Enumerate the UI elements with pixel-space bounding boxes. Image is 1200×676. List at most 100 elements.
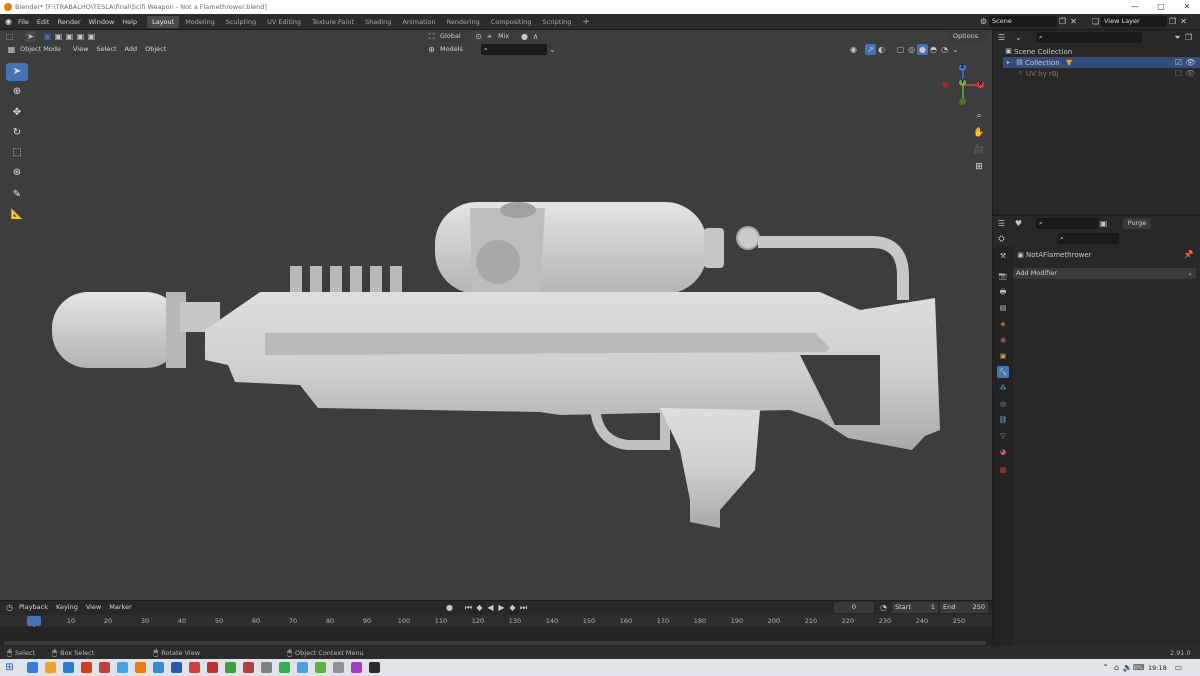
orphan-search[interactable]: ⌕ bbox=[1036, 218, 1098, 229]
outliner-panel[interactable]: ☰ ⌄ ⌕ ⏷ ❐ ▣ Scene Collection ▸ ▤ Collect… bbox=[993, 30, 1200, 214]
volume-icon[interactable]: 🔈 bbox=[1122, 662, 1133, 673]
clock-icon[interactable]: ◔ bbox=[878, 602, 889, 613]
taskbar-app-icon[interactable] bbox=[63, 662, 74, 673]
view-layer-icon[interactable]: ❏ bbox=[1090, 16, 1101, 27]
menu-file[interactable]: File bbox=[14, 14, 33, 30]
new-view-layer-icon[interactable]: ❐ bbox=[1167, 16, 1178, 27]
current-frame-field[interactable]: 0 bbox=[834, 602, 874, 613]
tab-scripting[interactable]: Scripting bbox=[538, 16, 577, 28]
taskbar-app-icon[interactable] bbox=[351, 662, 362, 673]
constraints-tab-icon[interactable]: ⛓ bbox=[997, 414, 1009, 426]
taskbar-app-icon[interactable] bbox=[99, 662, 110, 673]
new-scene-icon[interactable]: ❐ bbox=[1057, 16, 1068, 27]
outliner-editor-icon[interactable]: ☰ bbox=[996, 32, 1007, 43]
timeline[interactable]: ◷ Playback Keying View Marker ● ⏮ ◆ ◀ ▶ … bbox=[0, 601, 992, 646]
taskbar-app-icon[interactable] bbox=[45, 662, 56, 673]
tab-texture-paint[interactable]: Texture Paint bbox=[307, 16, 359, 28]
properties-search[interactable]: ⌕ bbox=[1057, 233, 1119, 244]
outliner-mode-icon[interactable]: ♥ bbox=[1013, 218, 1024, 229]
menu-playback[interactable]: Playback bbox=[15, 601, 52, 614]
display-mode-icon[interactable]: ⌄ bbox=[1013, 32, 1024, 43]
taskbar-app-icon[interactable] bbox=[171, 662, 182, 673]
taskbar-app-icon[interactable] bbox=[135, 662, 146, 673]
object-checkbox[interactable]: ☐ bbox=[1173, 68, 1184, 79]
output-tab-icon[interactable]: 🖶 bbox=[997, 286, 1009, 298]
object-visibility-icon[interactable]: 👁 bbox=[1185, 68, 1196, 79]
menu-timeline-view[interactable]: View bbox=[82, 601, 105, 614]
notifications-icon[interactable]: ▭ bbox=[1173, 662, 1184, 673]
taskbar-app-icon[interactable] bbox=[297, 662, 308, 673]
taskbar-app-icon[interactable] bbox=[189, 662, 200, 673]
tab-animation[interactable]: Animation bbox=[397, 16, 440, 28]
record-icon[interactable]: ● bbox=[444, 602, 455, 613]
add-workspace-button[interactable]: + bbox=[577, 16, 595, 28]
new-collection-icon[interactable]: ❐ bbox=[1183, 32, 1194, 43]
jump-end-icon[interactable]: ⏭ bbox=[518, 602, 529, 613]
jump-start-icon[interactable]: ⏮ bbox=[463, 602, 474, 613]
taskbar-app-icon[interactable] bbox=[117, 662, 128, 673]
render-tab-icon[interactable]: 📷 bbox=[997, 270, 1009, 282]
taskbar-app-icon[interactable] bbox=[261, 662, 272, 673]
play-icon[interactable]: ▶ bbox=[496, 602, 507, 613]
menu-marker[interactable]: Marker bbox=[105, 601, 135, 614]
tool-tab-icon[interactable]: ⚒ bbox=[997, 250, 1009, 262]
object-tab-icon[interactable]: ▣ bbox=[997, 350, 1009, 362]
minimize-button[interactable]: — bbox=[1122, 0, 1148, 14]
tab-rendering[interactable]: Rendering bbox=[442, 16, 485, 28]
menu-edit[interactable]: Edit bbox=[33, 14, 54, 30]
properties-type-icon[interactable]: ⛭ bbox=[996, 233, 1007, 244]
taskbar-app-icon[interactable] bbox=[207, 662, 218, 673]
world-tab-icon[interactable]: ◉ bbox=[997, 334, 1009, 346]
collection-row[interactable]: ▸ ▤ Collection ▼ ☑ 👁 bbox=[1003, 57, 1200, 68]
start-frame-field[interactable]: Start 1 bbox=[892, 602, 938, 613]
tab-sculpting[interactable]: Sculpting bbox=[221, 16, 261, 28]
menu-render[interactable]: Render bbox=[53, 14, 84, 30]
properties-panel[interactable]: ☰ ♥ ⌕ ▣ Purge ⛭ ⌕ ⚒ 📷 🖶 ▤ ◈ ◉ ▣ 🔧 ⁂ ◎ ⛓ … bbox=[993, 216, 1200, 646]
taskbar-app-icon[interactable] bbox=[27, 662, 38, 673]
maximize-button[interactable]: □ bbox=[1148, 0, 1174, 14]
physics-tab-icon[interactable]: ◎ bbox=[997, 398, 1009, 410]
menu-window[interactable]: Window bbox=[85, 14, 119, 30]
delete-view-layer-icon[interactable]: ✕ bbox=[1178, 16, 1189, 27]
next-keyframe-icon[interactable]: ◆ bbox=[507, 602, 518, 613]
purge-button[interactable]: Purge bbox=[1123, 218, 1151, 229]
filter-icon[interactable]: ⏷ bbox=[1172, 32, 1183, 43]
tab-modeling[interactable]: Modeling bbox=[180, 16, 220, 28]
timeline-editor-icon[interactable]: ◷ bbox=[4, 602, 15, 613]
playhead[interactable] bbox=[27, 616, 41, 626]
tab-uv-editing[interactable]: UV Editing bbox=[262, 16, 306, 28]
tray-up-icon[interactable]: ⌃ bbox=[1100, 662, 1111, 673]
pin-icon[interactable]: 📌 bbox=[1183, 249, 1194, 260]
particles-tab-icon[interactable]: ⁂ bbox=[997, 382, 1009, 394]
network-icon[interactable]: ⌂ bbox=[1111, 662, 1122, 673]
close-button[interactable]: ✕ bbox=[1174, 0, 1200, 14]
taskbar-app-icon[interactable] bbox=[315, 662, 326, 673]
view-layer-field[interactable]: View Layer bbox=[1101, 16, 1167, 27]
taskbar-app-icon[interactable] bbox=[279, 662, 290, 673]
delete-scene-icon[interactable]: ✕ bbox=[1068, 16, 1079, 27]
scene-icon[interactable]: ⚙ bbox=[978, 16, 989, 27]
taskbar-app-icon[interactable] bbox=[153, 662, 164, 673]
3d-viewport[interactable]: ⬚ ➤ ▣ ▣ ▣ ▣ ▣ ⛶ Global ⊙ ⌖ Mix ● ∧ Optio… bbox=[0, 30, 992, 600]
taskbar-app-icon[interactable] bbox=[333, 662, 344, 673]
properties-editor-icon[interactable]: ☰ bbox=[996, 218, 1007, 229]
orphan-filter-icon[interactable]: ▣ bbox=[1098, 218, 1109, 229]
menu-help[interactable]: Help bbox=[118, 14, 141, 30]
collection-checkbox[interactable]: ☑ bbox=[1173, 57, 1184, 68]
tab-compositing[interactable]: Compositing bbox=[486, 16, 537, 28]
windows-start-icon[interactable]: ⊞ bbox=[4, 662, 15, 673]
scene-field[interactable]: Scene bbox=[989, 16, 1057, 27]
collection-visibility-icon[interactable]: 👁 bbox=[1185, 57, 1196, 68]
tab-shading[interactable]: Shading bbox=[360, 16, 396, 28]
play-reverse-icon[interactable]: ◀ bbox=[485, 602, 496, 613]
timeline-scrollbar[interactable] bbox=[4, 641, 986, 645]
taskbar-app-icon[interactable] bbox=[81, 662, 92, 673]
menu-keying[interactable]: Keying bbox=[52, 601, 82, 614]
material-tab-icon[interactable]: ◕ bbox=[997, 446, 1009, 458]
expand-arrow-icon[interactable]: ▸ bbox=[1003, 57, 1014, 68]
tab-layout[interactable]: Layout bbox=[147, 15, 180, 28]
prev-keyframe-icon[interactable]: ◆ bbox=[474, 602, 485, 613]
end-frame-field[interactable]: End 250 bbox=[940, 602, 988, 613]
weapon-model[interactable] bbox=[0, 30, 992, 600]
scene-tab-icon[interactable]: ◈ bbox=[997, 318, 1009, 330]
